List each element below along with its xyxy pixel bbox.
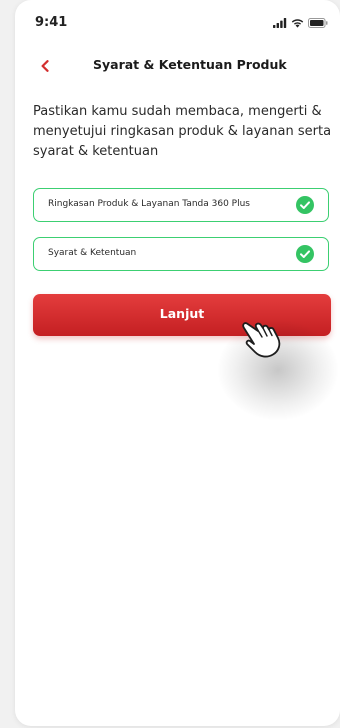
back-button[interactable] (35, 56, 55, 76)
doc-item-label: Ringkasan Produk & Layanan Tanda 360 Plu… (48, 199, 250, 209)
status-time: 9:41 (35, 15, 68, 30)
chevron-left-icon (41, 60, 49, 72)
signal-icon (273, 18, 287, 28)
hand-pointer-icon (242, 322, 281, 358)
doc-item-terms[interactable]: Syarat & Ketentuan (33, 237, 329, 271)
page-title: Syarat & Ketentuan Produk (93, 57, 287, 72)
doc-item-label: Syarat & Ketentuan (48, 248, 137, 258)
status-icons (273, 18, 328, 28)
check-circle-icon (296, 196, 314, 214)
doc-item-product-summary[interactable]: Ringkasan Produk & Layanan Tanda 360 Plu… (33, 188, 329, 222)
intro-text: Pastikan kamu sudah membaca, mengerti & … (33, 104, 332, 159)
battery-icon (308, 18, 328, 28)
wifi-icon (291, 19, 304, 28)
header: Syarat & Ketentuan Produk (15, 50, 340, 82)
status-bar: 9:41 (15, 0, 340, 46)
check-circle-icon (296, 245, 314, 263)
